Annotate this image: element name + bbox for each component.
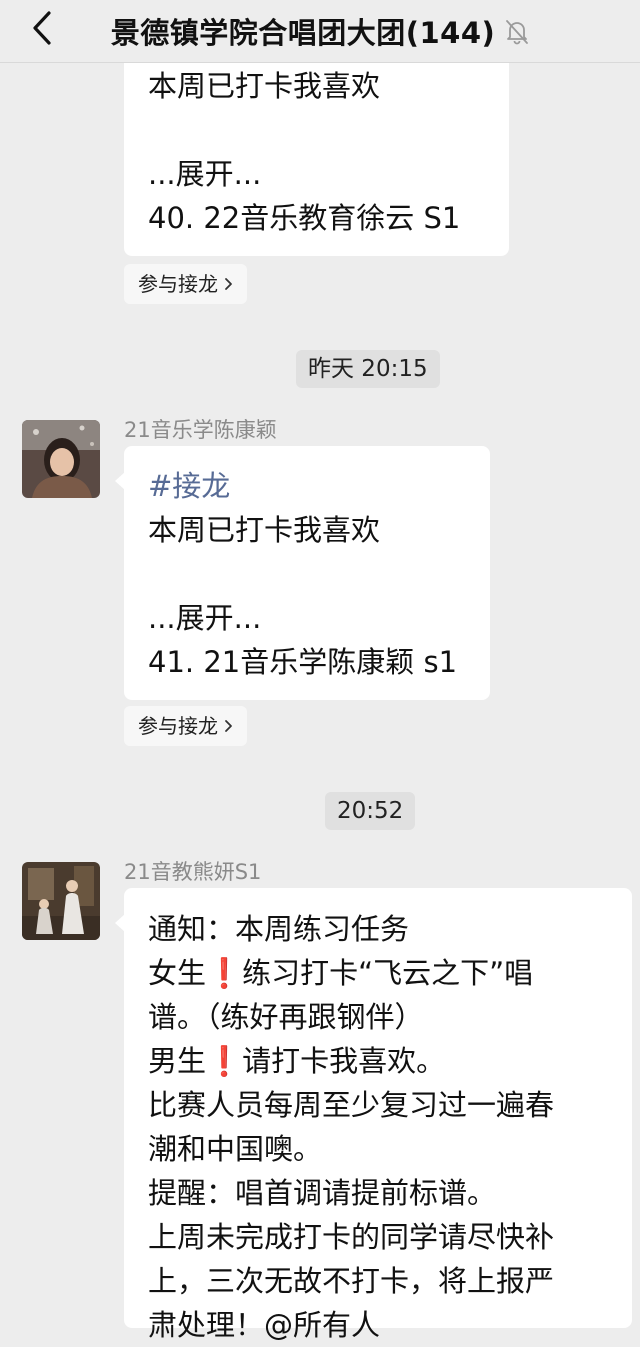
- message-line: 潮和中国噢。: [148, 1132, 323, 1166]
- message-bubble[interactable]: 本周已打卡我喜欢 ...展开... 40. 22音乐教育徐云 S1: [124, 38, 509, 256]
- timestamp: 昨天 20:15: [296, 350, 440, 388]
- bell-off-icon: [505, 19, 529, 45]
- message-line: 通知：本周练习任务: [148, 912, 410, 946]
- back-button[interactable]: [22, 6, 62, 50]
- expand-link[interactable]: ...展开...: [148, 152, 485, 196]
- message-line: 上，三次无故不打卡，将上报严: [148, 1264, 555, 1298]
- expand-link[interactable]: ...展开...: [148, 596, 466, 640]
- join-jielong-button[interactable]: 参与接龙: [124, 264, 247, 304]
- join-jielong-label: 参与接龙: [138, 714, 218, 738]
- bubble-tail: [115, 472, 125, 490]
- chat-header: 景德镇学院合唱团大团(144): [0, 0, 640, 63]
- message-line: 41. 21音乐学陈康颖 s1: [148, 645, 458, 679]
- join-jielong-label: 参与接龙: [138, 272, 218, 296]
- message-line: 谱。（练好再跟钢伴）: [148, 1000, 424, 1034]
- chat-area[interactable]: 本周已打卡我喜欢 ...展开... 40. 22音乐教育徐云 S1 参与接龙 昨…: [0, 38, 640, 1342]
- message-line: 男生❗请打卡我喜欢。: [148, 1039, 608, 1083]
- message-line: 本周已打卡我喜欢: [148, 69, 381, 103]
- message-text: 请打卡我喜欢。: [242, 1044, 446, 1078]
- bubble-tail: [115, 914, 125, 932]
- chevron-left-icon: [33, 11, 51, 45]
- message-bubble[interactable]: #接龙 本周已打卡我喜欢 ...展开... 41. 21音乐学陈康颖 s1: [115, 446, 490, 700]
- hashtag-link[interactable]: #接龙: [148, 464, 466, 508]
- join-jielong-button[interactable]: 参与接龙: [124, 706, 247, 746]
- chat-title[interactable]: 景德镇学院合唱团大团(144): [111, 10, 496, 52]
- exclamation-icon: ❗: [206, 956, 243, 990]
- message-line: 提醒：唱首调请提前标谱。: [148, 1176, 497, 1210]
- chevron-right-icon: [225, 720, 232, 732]
- message-line: 女生❗练习打卡“飞云之下”唱: [148, 951, 608, 995]
- message-text: 男生: [148, 1044, 207, 1078]
- sender-name: 21音教熊妍S1: [124, 860, 262, 884]
- avatar[interactable]: [22, 420, 100, 498]
- message-line: 肃处理！@所有人: [148, 1308, 381, 1342]
- message-text: 女生: [148, 956, 207, 990]
- avatar[interactable]: [22, 862, 100, 940]
- timestamp: 20:52: [325, 792, 416, 830]
- message-line: 本周已打卡我喜欢: [148, 513, 381, 547]
- message-text: 练习打卡“飞云之下”唱: [242, 956, 534, 990]
- message-line: 比赛人员每周至少复习过一遍春: [148, 1088, 555, 1122]
- message-bubble[interactable]: 通知：本周练习任务 女生❗练习打卡“飞云之下”唱 谱。（练好再跟钢伴） 男生❗请…: [115, 888, 632, 1342]
- title-wrap: 景德镇学院合唱团大团(144): [111, 10, 530, 52]
- chevron-right-icon: [225, 278, 232, 290]
- exclamation-icon: ❗: [206, 1044, 243, 1078]
- message-line: 上周未完成打卡的同学请尽快补: [148, 1220, 555, 1254]
- message-line: 40. 22音乐教育徐云 S1: [148, 201, 461, 235]
- sender-name: 21音乐学陈康颖: [124, 418, 277, 442]
